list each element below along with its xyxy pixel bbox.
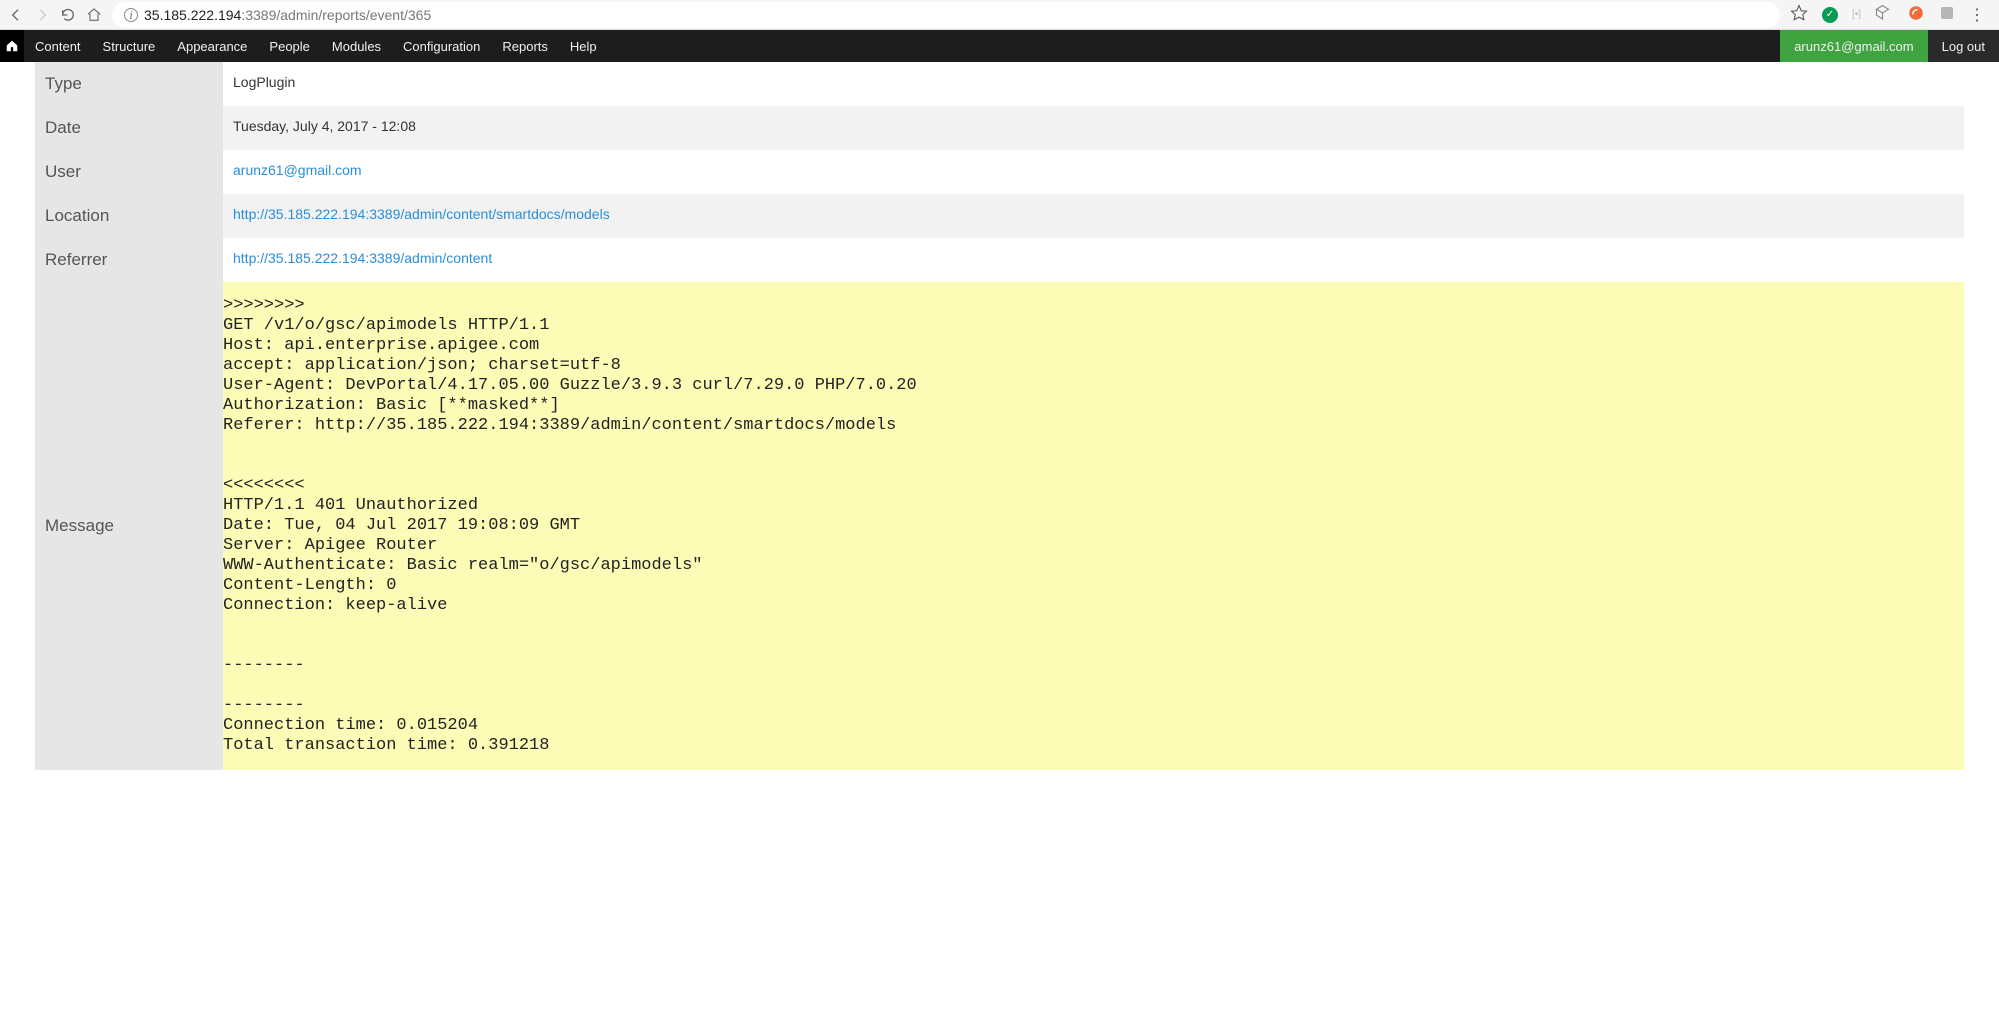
value-link[interactable]: http://35.185.222.194:3389/admin/content… [233, 206, 610, 222]
field-value: LogPlugin [223, 62, 1964, 106]
browser-toolbar: i 35.185.222.194:3389/admin/reports/even… [0, 0, 1999, 30]
admin-menu-appearance[interactable]: Appearance [166, 30, 258, 62]
field-label: Type [35, 62, 223, 106]
back-button[interactable] [8, 7, 24, 23]
field-value: arunz61@gmail.com [223, 150, 1964, 194]
admin-toolbar: ContentStructureAppearancePeopleModulesC… [0, 30, 1999, 62]
field-label: Date [35, 106, 223, 150]
address-bar[interactable]: i 35.185.222.194:3389/admin/reports/even… [112, 2, 1780, 28]
event-details-table: TypeLogPluginDateTuesday, July 4, 2017 -… [35, 62, 1964, 770]
site-info-icon[interactable]: i [124, 8, 138, 22]
logout-link[interactable]: Log out [1928, 30, 1999, 62]
table-row: DateTuesday, July 4, 2017 - 12:08 [35, 106, 1964, 150]
table-row: User arunz61@gmail.com [35, 150, 1964, 194]
reload-button[interactable] [60, 7, 76, 23]
home-button[interactable] [86, 7, 102, 23]
field-value: >>>>>>>> GET /v1/o/gsc/apimodels HTTP/1.… [223, 282, 1964, 770]
bookmark-star-icon[interactable] [1790, 4, 1808, 25]
admin-menu-reports[interactable]: Reports [491, 30, 559, 62]
field-value: http://35.185.222.194:3389/admin/content… [223, 194, 1964, 238]
extension-icon[interactable]: [•] [1852, 9, 1861, 20]
admin-menu-content[interactable]: Content [24, 30, 92, 62]
table-row: Location http://35.185.222.194:3389/admin… [35, 194, 1964, 238]
url-text: 35.185.222.194:3389/admin/reports/event/… [144, 7, 431, 23]
table-row: TypeLogPlugin [35, 62, 1964, 106]
field-label: Location [35, 194, 223, 238]
content-region: TypeLogPluginDateTuesday, July 4, 2017 -… [0, 62, 1999, 790]
admin-menu-configuration[interactable]: Configuration [392, 30, 491, 62]
admin-menu-people[interactable]: People [258, 30, 320, 62]
field-value: http://35.185.222.194:3389/admin/content [223, 238, 1964, 282]
field-label: User [35, 150, 223, 194]
tag-assistant-icon[interactable] [1875, 4, 1893, 25]
admin-menu-help[interactable]: Help [559, 30, 608, 62]
postman-icon[interactable] [1907, 4, 1925, 25]
log-message: >>>>>>>> GET /v1/o/gsc/apimodels HTTP/1.… [223, 282, 1964, 770]
admin-user-link[interactable]: arunz61@gmail.com [1780, 30, 1927, 62]
browser-menu-icon[interactable]: ⋮ [1969, 5, 1985, 25]
admin-menu: ContentStructureAppearancePeopleModulesC… [24, 30, 608, 62]
extension-square-icon[interactable] [1939, 5, 1955, 24]
browser-actions: ✓ [•] ⋮ [1790, 4, 1991, 25]
field-label: Message [35, 282, 223, 770]
field-label: Referrer [35, 238, 223, 282]
admin-menu-modules[interactable]: Modules [321, 30, 392, 62]
field-value: Tuesday, July 4, 2017 - 12:08 [223, 106, 1964, 150]
table-row: Referrer http://35.185.222.194:3389/admin… [35, 238, 1964, 282]
value-link[interactable]: arunz61@gmail.com [233, 162, 362, 178]
table-row: Message>>>>>>>> GET /v1/o/gsc/apimodels … [35, 282, 1964, 770]
admin-menu-structure[interactable]: Structure [92, 30, 167, 62]
admin-user-menu: arunz61@gmail.com Log out [1780, 30, 1999, 62]
value-link[interactable]: http://35.185.222.194:3389/admin/content [233, 250, 492, 266]
extension-badge-icon[interactable]: ✓ [1822, 7, 1838, 23]
forward-button[interactable] [34, 7, 50, 23]
admin-home-icon[interactable] [0, 30, 24, 62]
